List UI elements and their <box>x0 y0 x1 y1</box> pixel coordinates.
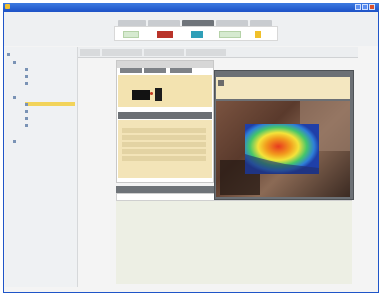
section-header <box>118 112 212 119</box>
folder-icon <box>7 52 10 56</box>
detail-tab-2[interactable] <box>144 68 166 73</box>
tree-item[interactable] <box>25 123 71 127</box>
detail-tab-1[interactable] <box>120 68 142 73</box>
navigation-tree <box>5 47 78 287</box>
item-icon <box>25 109 28 113</box>
property-row[interactable] <box>122 135 206 140</box>
item-icon <box>25 116 28 120</box>
status-indicator-icon <box>150 92 153 95</box>
detail-tab-3[interactable] <box>170 68 192 73</box>
bottom-panel <box>116 201 352 284</box>
content-tab-1[interactable] <box>80 49 100 56</box>
detail-header <box>117 61 213 68</box>
content-tab-3[interactable] <box>144 49 184 56</box>
tree-item[interactable] <box>13 95 17 99</box>
app-icon <box>5 4 10 9</box>
device-image <box>132 90 150 100</box>
tree-item[interactable] <box>25 109 71 113</box>
ribbon-tool-3-icon[interactable] <box>191 31 203 38</box>
ribbon-tool-1-icon[interactable] <box>123 31 139 38</box>
property-row[interactable] <box>122 128 206 133</box>
heatmap-overlay <box>245 124 319 174</box>
maximize-icon[interactable] <box>362 4 368 10</box>
folder-icon <box>13 60 16 64</box>
item-icon <box>25 102 28 106</box>
tree-item[interactable] <box>13 139 17 143</box>
item-icon <box>25 67 28 71</box>
folder-icon <box>13 95 16 99</box>
close-icon[interactable] <box>369 4 375 10</box>
property-row[interactable] <box>122 149 206 154</box>
item-icon <box>25 81 28 85</box>
ribbon-tool-5-icon[interactable] <box>255 31 261 38</box>
tree-item-selected[interactable] <box>25 102 75 106</box>
item-icon <box>25 123 28 127</box>
ribbon-panel <box>114 26 278 41</box>
properties-list <box>118 120 212 178</box>
item-icon <box>25 74 28 78</box>
device-image <box>155 88 162 101</box>
thumbnail-icon[interactable] <box>218 80 224 86</box>
tree-item[interactable] <box>7 52 11 56</box>
tree-item[interactable] <box>25 67 71 71</box>
content-tab-2[interactable] <box>102 49 142 56</box>
image-viewer-title <box>215 71 353 76</box>
ribbon-tool-4-icon[interactable] <box>219 31 241 38</box>
tree-item[interactable] <box>13 60 17 64</box>
property-row[interactable] <box>122 156 206 161</box>
property-row[interactable] <box>122 142 206 147</box>
image-info-panel <box>216 77 350 99</box>
title-bar <box>3 3 379 11</box>
tree-item[interactable] <box>25 74 71 78</box>
folder-icon <box>13 139 16 143</box>
ribbon-tool-2-icon[interactable] <box>157 31 173 38</box>
tree-item[interactable] <box>25 116 71 120</box>
content-tab-bar <box>78 47 358 58</box>
tree-item[interactable] <box>25 81 71 85</box>
content-tab-4[interactable] <box>186 49 226 56</box>
minimize-icon[interactable] <box>355 4 361 10</box>
